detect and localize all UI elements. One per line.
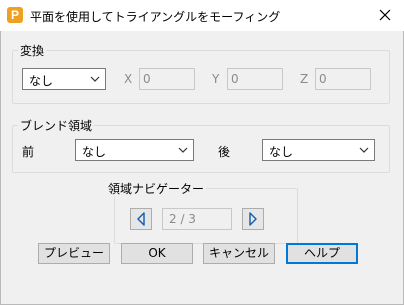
next-region-button[interactable]	[242, 208, 264, 230]
back-label: 後	[218, 145, 231, 159]
y-field[interactable]: 0	[227, 68, 283, 90]
back-select-value: なし	[269, 145, 294, 159]
arrow-left-icon	[137, 212, 145, 226]
z-field[interactable]: 0	[315, 68, 371, 90]
z-axis-label: Z	[300, 72, 309, 86]
help-button[interactable]: ヘルプ	[286, 243, 358, 264]
ok-button[interactable]: OK	[121, 243, 193, 264]
x-field-value: 0	[143, 72, 151, 86]
y-axis-label: Y	[212, 72, 220, 86]
region-page-field: 2 / 3	[162, 208, 232, 230]
transform-select-value: なし	[29, 74, 54, 88]
close-icon	[379, 9, 391, 21]
region-page-value: 2 / 3	[169, 212, 196, 226]
chevron-down-icon	[359, 147, 369, 153]
chevron-down-icon	[178, 147, 188, 153]
window-title: 平面を使用してトライアングルをモーフィング	[30, 10, 281, 24]
cancel-button[interactable]: キャンセル	[203, 243, 275, 264]
front-select-value: なし	[82, 145, 107, 159]
z-field-value: 0	[319, 72, 327, 86]
navigator-group-label: 領域ナビゲーター	[106, 180, 207, 197]
transform-group-label: 変換	[18, 42, 47, 59]
arrow-right-icon	[249, 212, 257, 226]
front-label: 前	[22, 145, 35, 159]
blend-group-label: ブレンド領域	[18, 117, 95, 134]
transform-select[interactable]: なし	[22, 68, 106, 90]
x-field[interactable]: 0	[139, 68, 195, 90]
preview-button[interactable]: プレビュー	[38, 243, 110, 264]
chevron-down-icon	[90, 76, 100, 82]
x-axis-label: X	[124, 72, 133, 86]
y-field-value: 0	[231, 72, 239, 86]
back-select[interactable]: なし	[262, 139, 375, 161]
title-bar: P 平面を使用してトライアングルをモーフィング	[0, 0, 404, 31]
front-select[interactable]: なし	[75, 139, 194, 161]
prev-region-button[interactable]	[130, 208, 152, 230]
app-logo-icon: P	[7, 7, 23, 23]
close-button[interactable]	[372, 4, 398, 26]
